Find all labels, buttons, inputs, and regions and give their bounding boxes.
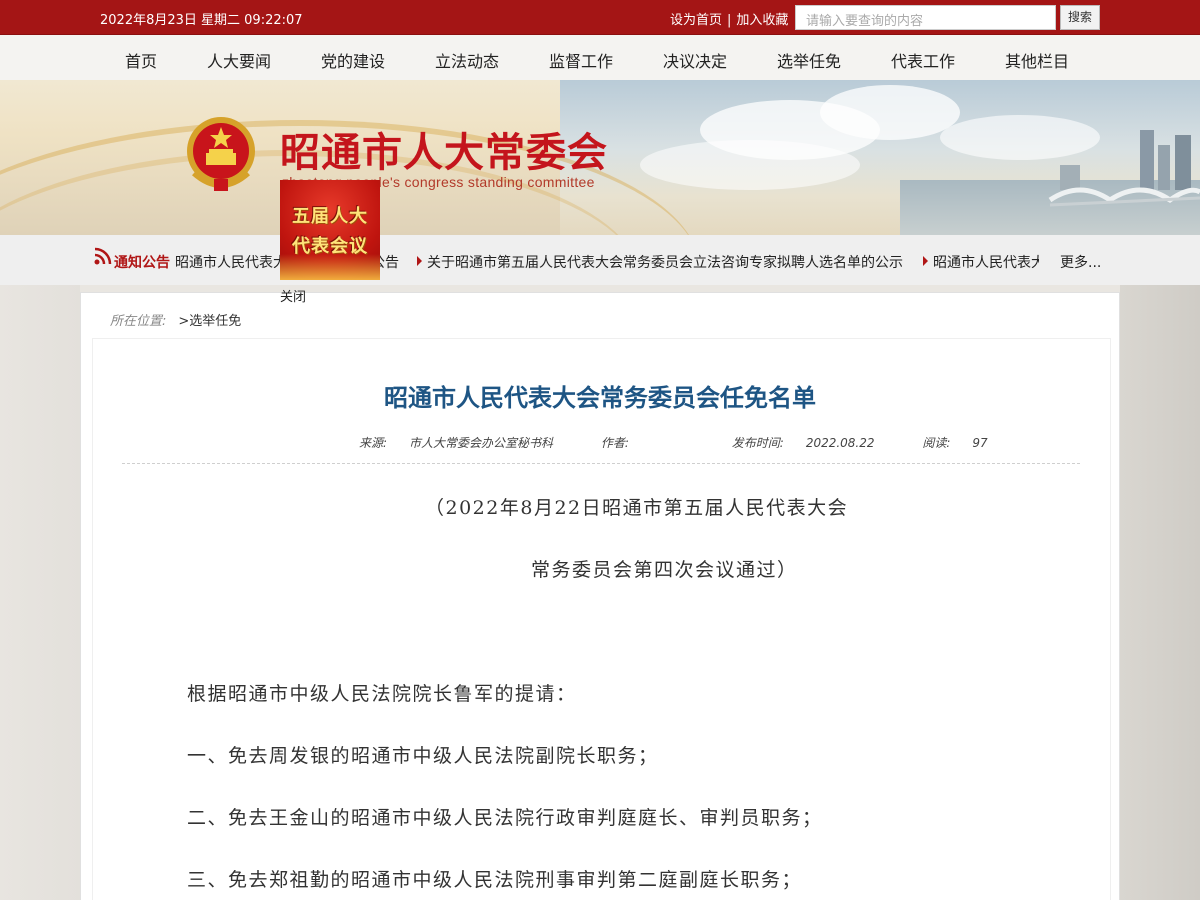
article-title: 昭通市人民代表大会常务委员会任免名单 bbox=[384, 384, 816, 412]
set-home-link[interactable]: 设为首页 bbox=[670, 13, 722, 28]
floating-ad[interactable]: 五届人大 代表会议 bbox=[280, 180, 380, 280]
article-meta: 来源: 市人大常委会办公室秘书科 作者: 发布时间: 2022.08.22 阅读: 9… bbox=[359, 434, 1032, 451]
breadcrumb-current[interactable]: >选举任免 bbox=[178, 314, 241, 329]
nav-item-supervision[interactable]: 监督工作 bbox=[549, 48, 613, 72]
nav-item-resolutions[interactable]: 决议决定 bbox=[663, 48, 727, 72]
banner-cloud bbox=[820, 85, 960, 140]
nav-item-elections[interactable]: 选举任免 bbox=[777, 48, 841, 72]
meta-author: 作者: bbox=[601, 436, 673, 450]
meta-views-value: 97 bbox=[972, 436, 988, 450]
floating-ad-gold-band bbox=[280, 254, 380, 280]
nav-item-others[interactable]: 其他栏目 bbox=[1005, 48, 1069, 72]
notice-more-link[interactable]: 更多... bbox=[1060, 252, 1101, 272]
notice-item-text[interactable]: 昭通市人民代表大会常务委员会公告 bbox=[933, 255, 1039, 271]
meta-views-label: 阅读: bbox=[922, 436, 951, 450]
site-title: 昭通市人大常委会 bbox=[280, 130, 608, 176]
link-separator: | bbox=[727, 13, 732, 28]
nav-item-legislation[interactable]: 立法动态 bbox=[435, 48, 499, 72]
meta-author-label: 作者: bbox=[600, 436, 629, 450]
meta-date: 发布时间: 2022.08.22 bbox=[732, 436, 897, 450]
banner-cloud bbox=[640, 140, 860, 190]
triangle-right-icon bbox=[417, 256, 422, 266]
meta-source: 来源: 市人大常委会办公室秘书科 bbox=[359, 436, 575, 450]
city-skyline-icon bbox=[1048, 130, 1200, 207]
notice-label: 通知公告 bbox=[114, 255, 170, 271]
triangle-right-icon bbox=[923, 256, 928, 266]
article-paragraph: 根据昭通市中级人民法院院长鲁军的提请： bbox=[187, 683, 577, 705]
top-bar: 2022年8月23日 星期二 09:22:07 设为首页 | 加入收藏 请输入要查询… bbox=[0, 0, 1200, 35]
article-divider bbox=[122, 463, 1080, 464]
article-paragraph: 一、免去周发银的昭通市中级人民法院副院长职务； bbox=[187, 745, 659, 767]
meta-source-value: 市人大常委会办公室秘书科 bbox=[409, 436, 554, 450]
notice-item[interactable]: 昭通市人民代表大会常务委员会公告 bbox=[923, 252, 1039, 272]
current-datetime: 2022年8月23日 星期二 09:22:07 bbox=[100, 13, 303, 28]
nav-item-home[interactable]: 首页 bbox=[125, 48, 157, 72]
article-paragraph: 三、免去郑祖勤的昭通市中级人民法院刑事审判第二庭副庭长职务； bbox=[187, 869, 803, 891]
meta-date-label: 发布时间: bbox=[731, 436, 784, 450]
rss-icon bbox=[94, 247, 112, 265]
article-subtitle-line: （2022年8月22日昭通市第五届人民代表大会 bbox=[425, 497, 849, 519]
search-input[interactable]: 请输入要查询的内容 bbox=[795, 5, 1056, 30]
national-emblem-icon bbox=[187, 117, 255, 191]
breadcrumb-label: 所在位置: bbox=[110, 314, 167, 329]
meta-source-label: 来源: bbox=[359, 436, 388, 450]
top-links: 设为首页 | 加入收藏 bbox=[670, 9, 788, 28]
article-subtitle-line: 常务委员会第四次会议通过） bbox=[531, 559, 798, 581]
notice-bar: 通知公告 昭通市人民代表大会常务委员会公告 关于昭通市第五届人民代表大会常务委员… bbox=[0, 235, 1200, 285]
search-button[interactable]: 搜索 bbox=[1060, 5, 1100, 30]
breadcrumb: 所在位置: >选举任免 bbox=[110, 310, 241, 329]
meta-date-value: 2022.08.22 bbox=[805, 436, 875, 450]
floating-ad-line1: 五届人大 bbox=[292, 206, 368, 227]
notice-item[interactable]: 关于昭通市第五届人民代表大会常务委员会立法咨询专家拟聘人选名单的公示 bbox=[417, 252, 903, 272]
notice-item-text[interactable]: 关于昭通市第五届人民代表大会常务委员会立法咨询专家拟聘人选名单的公示 bbox=[427, 255, 903, 271]
article-paragraph: 二、免去王金山的昭通市中级人民法院行政审判庭庭长、审判员职务； bbox=[187, 807, 823, 829]
nav-item-deputies[interactable]: 代表工作 bbox=[891, 48, 955, 72]
meta-views: 阅读: 97 bbox=[922, 436, 1009, 450]
bookmark-link[interactable]: 加入收藏 bbox=[736, 13, 788, 28]
floating-ad-close-link[interactable]: 关闭 bbox=[280, 286, 306, 305]
main-nav: 首页 人大要闻 党的建设 立法动态 监督工作 决议决定 选举任免 代表工作 其他… bbox=[0, 35, 1200, 80]
nav-item-news[interactable]: 人大要闻 bbox=[207, 48, 271, 72]
nav-item-party[interactable]: 党的建设 bbox=[321, 48, 385, 72]
